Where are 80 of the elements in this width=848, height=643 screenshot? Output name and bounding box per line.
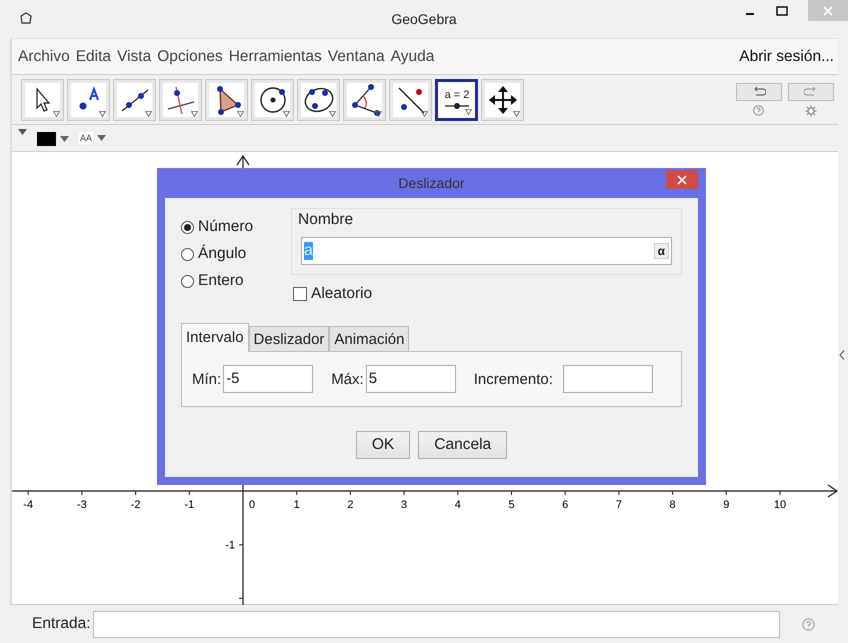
axis-label: 3 (401, 499, 408, 511)
field-label: Máx: (331, 370, 364, 388)
tool-button[interactable] (21, 78, 64, 120)
axis-label: 4 (454, 499, 461, 511)
axis-label: 6 (562, 499, 568, 511)
menu-item[interactable]: Archivo (18, 48, 70, 66)
dropdown-triangle-icon (421, 110, 428, 116)
axis-label: -3 (77, 499, 87, 511)
menu-item[interactable]: Opciones (157, 48, 223, 66)
axis-label: 9 (723, 499, 730, 511)
menu-item[interactable]: Ayuda (390, 48, 434, 66)
axis-label: 7 (616, 499, 622, 511)
color-button[interactable] (37, 132, 69, 146)
undo-icon (752, 86, 766, 96)
input-field[interactable] (562, 365, 653, 393)
dropdown-triangle-icon (237, 110, 244, 116)
input-field[interactable] (92, 610, 780, 638)
caret-icon (60, 136, 69, 142)
group-legend: Nombre (298, 211, 672, 229)
name-field[interactable]: a α (301, 237, 672, 265)
axis-label: -4 (23, 499, 34, 511)
input-field[interactable]: 5 (366, 365, 456, 393)
axis-label: 5 (508, 499, 515, 511)
move-arrows-icon (486, 84, 518, 116)
axis-label: 2 (347, 499, 354, 511)
tab[interactable]: Intervalo (181, 323, 249, 352)
tool-button[interactable] (67, 78, 110, 120)
axis-label: 0 (248, 499, 256, 511)
axis-label: 10 (774, 499, 786, 511)
undo-button[interactable] (736, 82, 782, 100)
radio-option[interactable]: Ángulo (181, 245, 271, 263)
tab[interactable]: Deslizador (248, 326, 330, 351)
checkbox[interactable]: Aleatorio (293, 285, 682, 303)
dropdown-triangle-icon (145, 110, 152, 116)
close-icon (677, 174, 687, 184)
sign-in-link[interactable]: Abrir sesión... (739, 48, 834, 66)
tab[interactable]: Animación (329, 326, 410, 351)
dropdown-triangle-icon (465, 108, 472, 114)
dialog-title: Deslizador (398, 175, 465, 191)
dropdown-triangle-icon (329, 110, 336, 116)
tool-button[interactable] (389, 78, 432, 120)
menu-item[interactable]: Ventana (328, 48, 385, 66)
dropdown-triangle-icon (513, 110, 520, 116)
input-label: Entrada: (32, 615, 91, 633)
dropdown-triangle-icon (375, 110, 382, 116)
axis-label: 1 (294, 499, 300, 511)
tool-button[interactable] (113, 78, 156, 120)
tool-button[interactable] (251, 78, 294, 120)
tool-button[interactable] (481, 78, 524, 120)
close-button[interactable] (666, 170, 698, 189)
dialog-button[interactable]: Cancela (418, 431, 508, 459)
radio-option[interactable]: Número (181, 218, 271, 236)
radio-option[interactable]: Entero (181, 272, 271, 290)
dropdown-triangle-icon (53, 110, 60, 116)
toggle-triangle-icon[interactable] (18, 129, 27, 135)
field-label: Incremento: (474, 370, 553, 388)
input-field[interactable]: -5 (223, 365, 314, 393)
tool-button[interactable] (297, 78, 340, 120)
redo-icon (804, 86, 818, 96)
dialog-button[interactable]: OK (356, 431, 410, 459)
menu-item[interactable]: Herramientas (228, 48, 322, 66)
window-title: GeoGebra (391, 11, 457, 27)
caret-icon (97, 135, 106, 141)
dropdown-triangle-icon (99, 110, 106, 116)
tool-button[interactable] (159, 78, 202, 120)
tool-button[interactable]: a = 2 (435, 78, 478, 120)
field-label: Mín: (192, 370, 222, 388)
axis-label: 8 (670, 499, 676, 511)
axis-label: -1 (184, 499, 194, 511)
axis-label: -2 (130, 499, 140, 511)
menu-item[interactable]: Vista (117, 48, 152, 66)
dropdown-triangle-icon (283, 110, 290, 116)
symbol-button[interactable]: α (654, 243, 669, 259)
maximize-icon[interactable] (776, 4, 788, 16)
close-icon (823, 6, 833, 16)
tool-button[interactable] (343, 78, 386, 120)
tool-button[interactable] (205, 78, 248, 120)
dropdown-triangle-icon (191, 110, 198, 116)
menu-item[interactable]: Edita (76, 48, 112, 66)
axis-label: -1 (225, 540, 235, 552)
